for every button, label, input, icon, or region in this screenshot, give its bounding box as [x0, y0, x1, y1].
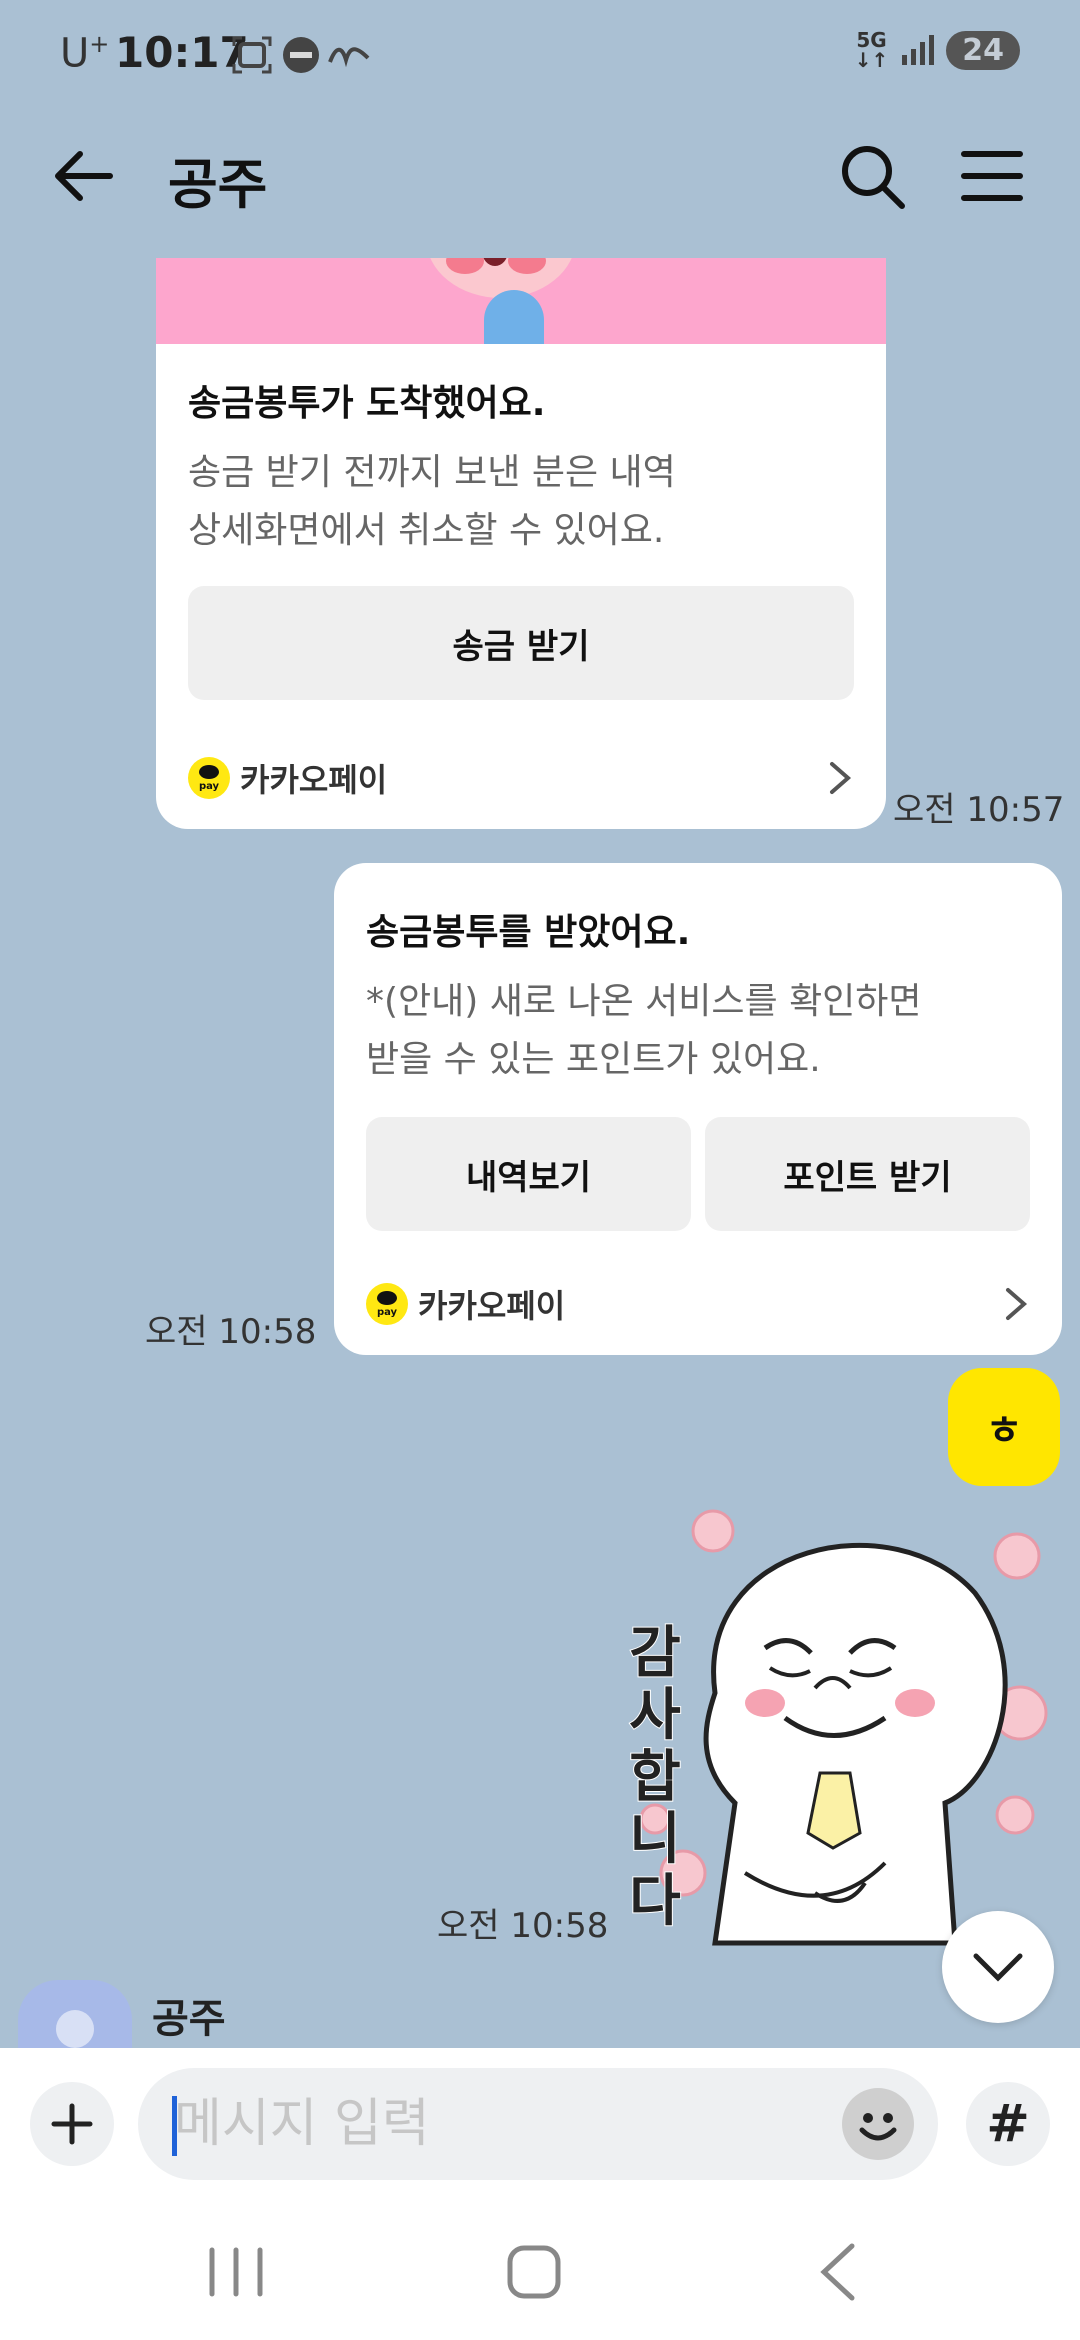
kakaopay-icon: pay [188, 757, 230, 799]
status-bar: U+ 10:17 5G ↓↑ 24 [0, 0, 1080, 110]
back-button[interactable] [48, 140, 120, 212]
card-desc-line1: *(안내) 새로 나온 서비스를 확인하면 [366, 981, 922, 1022]
message-time: 오전 10:57 [893, 790, 1065, 830]
receive-money-button[interactable]: 송금 받기 [188, 586, 854, 700]
wear-icon [283, 37, 319, 73]
chevron-down-icon [973, 1953, 1023, 1982]
network-5g-icon: 5G ↓↑ [854, 28, 889, 72]
battery-indicator: 24 [946, 30, 1020, 70]
history-button[interactable]: 내역보기 [366, 1117, 691, 1231]
menu-icon[interactable] [956, 140, 1028, 212]
avatar[interactable] [18, 1980, 132, 2048]
card-title: 송금봉투가 도착했어요. [188, 383, 546, 424]
status-right: 5G ↓↑ 24 [855, 30, 1020, 70]
plus-icon [51, 2103, 93, 2145]
card-title: 송금봉투를 받았어요. [366, 912, 691, 953]
signal-icon [902, 35, 935, 65]
receive-points-button[interactable]: 포인트 받기 [705, 1117, 1030, 1231]
card-desc-line1: 송금 받기 전까지 보낸 분은 내역 [188, 452, 676, 493]
kakaopay-label: 카카오페이 [240, 761, 388, 799]
chat-header: 공주 [0, 120, 1080, 230]
card-desc-line2: 받을 수 있는 포인트가 있어요. [366, 1039, 821, 1080]
car-app-icon [328, 47, 370, 68]
sender-name: 공주 [152, 1996, 226, 2042]
attach-button[interactable] [30, 2082, 114, 2166]
clock: 10:17 [115, 28, 249, 77]
money-envelope-card[interactable]: 송금봉투가 도착했어요. 송금 받기 전까지 보낸 분은 내역 상세화면에서 취… [156, 258, 886, 829]
message-time: 오전 10:58 [437, 1906, 609, 1946]
money-accepted-card[interactable]: 송금봉투를 받았어요. *(안내) 새로 나온 서비스를 확인하면 받을 수 있… [334, 863, 1062, 1355]
kakaopay-footer[interactable]: pay 카카오페이 [188, 753, 854, 803]
system-nav-bar [0, 2200, 1080, 2340]
chat-area[interactable]: 송금봉투가 도착했어요. 송금 받기 전까지 보낸 분은 내역 상세화면에서 취… [0, 258, 1080, 2048]
message-time: 오전 10:58 [145, 1312, 317, 1352]
scroll-to-bottom-button[interactable] [942, 1911, 1054, 2023]
hashtag-search-button[interactable]: # [966, 2082, 1050, 2166]
chat-room-title: 공주 [168, 153, 268, 216]
card-desc-line2: 상세화면에서 취소할 수 있어요. [188, 510, 665, 551]
search-icon[interactable] [836, 140, 908, 212]
kakaopay-footer[interactable]: pay 카카오페이 [366, 1279, 1030, 1329]
message-input[interactable] [174, 2082, 814, 2166]
my-message-bubble[interactable]: ㅎ [948, 1368, 1060, 1486]
kakaopay-icon: pay [366, 1283, 408, 1325]
sticker-caption: 감사합니다 [628, 1621, 682, 1934]
message-input-bar: # [0, 2048, 1080, 2200]
chevron-right-icon [830, 762, 852, 794]
chevron-right-icon [1006, 1288, 1028, 1320]
thanks-sticker[interactable]: 감사합니다 [615, 1503, 1075, 1963]
emoji-icon[interactable] [842, 2088, 914, 2160]
recent-apps-icon[interactable] [196, 2240, 276, 2304]
carrier-label: U+ [60, 30, 110, 77]
message-field[interactable] [138, 2068, 938, 2180]
kakaopay-label: 카카오페이 [418, 1287, 566, 1325]
screenshot-icon [232, 36, 272, 74]
card-banner-image [156, 258, 886, 344]
home-icon[interactable] [494, 2240, 574, 2304]
system-back-icon[interactable] [800, 2240, 880, 2304]
